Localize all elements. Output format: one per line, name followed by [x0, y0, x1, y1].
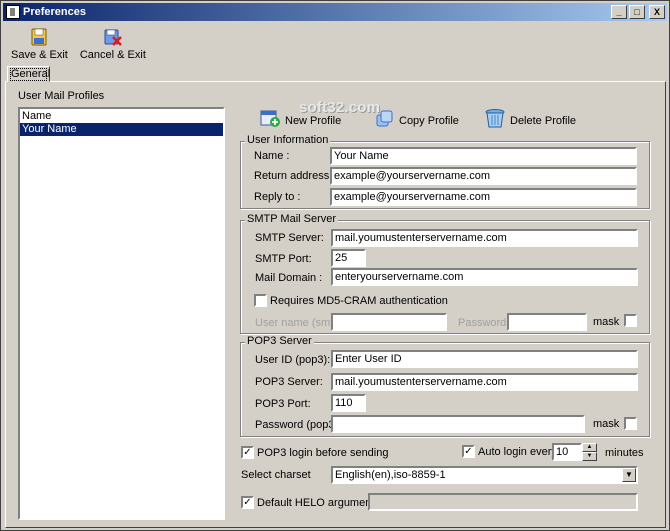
- auto-login-spinner[interactable]: ▲ ▼: [582, 443, 597, 461]
- md5-label: Requires MD5-CRAM authentication: [270, 295, 448, 307]
- pop3-mask-label: mask: [593, 418, 620, 430]
- minutes-label: minutes: [605, 447, 644, 459]
- close-button[interactable]: X: [649, 5, 665, 19]
- new-profile-label: New Profile: [285, 115, 342, 127]
- md5-checkbox[interactable]: [254, 294, 267, 307]
- pop3-userid-field[interactable]: Enter User ID: [331, 350, 638, 368]
- minimize-button[interactable]: _: [611, 5, 627, 19]
- tab-general-label: General: [10, 68, 51, 81]
- list-item[interactable]: Your Name: [20, 123, 223, 136]
- profiles-list[interactable]: Name Your Name: [18, 107, 225, 520]
- mail-domain-label: Mail Domain :: [255, 272, 323, 284]
- default-helo-field[interactable]: [368, 493, 638, 511]
- pop3-mask-checkbox[interactable]: [624, 417, 637, 430]
- reply-to-field[interactable]: example@yourservername.com: [330, 188, 637, 206]
- save-exit-button[interactable]: Save & Exit: [5, 25, 74, 63]
- pop3-before-sending-checkbox[interactable]: ✓: [241, 446, 254, 459]
- pop3-userid-label: User ID (pop3):: [255, 354, 331, 366]
- app-icon: [6, 5, 20, 19]
- delete-profile-button[interactable]: Delete Profile: [484, 107, 576, 129]
- title-bar[interactable]: Preferences _ □ X: [3, 3, 667, 21]
- spin-up-icon[interactable]: ▲: [582, 443, 597, 452]
- pop3-password-label: Password (pop3):: [255, 419, 342, 431]
- smtp-mask-checkbox[interactable]: [624, 314, 637, 327]
- return-address-field[interactable]: example@yourservername.com: [330, 167, 637, 185]
- new-profile-button[interactable]: New Profile: [259, 107, 341, 129]
- copy-profile-label: Copy Profile: [399, 115, 459, 127]
- smtp-port-label: SMTP Port:: [255, 253, 312, 265]
- user-info-title: User Information: [245, 134, 331, 146]
- smtp-password-label: Password:: [458, 317, 510, 329]
- default-helo-label: Default HELO argument: [257, 497, 375, 509]
- name-label: Name :: [254, 150, 290, 162]
- delete-profile-label: Delete Profile: [510, 115, 577, 127]
- pop3-title: POP3 Server: [245, 335, 314, 347]
- mail-domain-field[interactable]: enteryourservername.com: [331, 268, 638, 286]
- charset-select[interactable]: English(en),iso-8859-1 ▼: [331, 466, 638, 484]
- cancel-exit-button[interactable]: Cancel & Exit: [74, 25, 152, 63]
- smtp-server-label: SMTP Server:: [255, 232, 324, 244]
- default-helo-checkbox[interactable]: ✓: [241, 496, 254, 509]
- new-profile-icon: [260, 110, 280, 127]
- charset-value: English(en),iso-8859-1: [335, 469, 446, 481]
- pop3-password-field[interactable]: [331, 415, 585, 433]
- cancel-exit-label: Cancel & Exit: [79, 49, 146, 61]
- copy-profile-button[interactable]: Copy Profile: [375, 107, 459, 129]
- smtp-port-field[interactable]: 25: [331, 249, 366, 267]
- smtp-title: SMTP Mail Server: [245, 213, 339, 225]
- maximize-button[interactable]: □: [629, 5, 645, 19]
- auto-login-label: Auto login every: [478, 446, 557, 458]
- smtp-username-field[interactable]: [331, 313, 447, 331]
- trash-icon: [485, 109, 505, 128]
- spin-down-icon[interactable]: ▼: [582, 452, 597, 461]
- pop3-port-field[interactable]: 110: [331, 394, 366, 412]
- smtp-password-field[interactable]: [507, 313, 587, 331]
- preferences-window: Preferences _ □ X Save & Exit Cancel & E…: [0, 0, 670, 531]
- save-exit-label: Save & Exit: [11, 49, 68, 61]
- pop3-server-field[interactable]: mail.youmustenterservername.com: [331, 373, 638, 391]
- name-field[interactable]: Your Name: [330, 147, 637, 165]
- smtp-mask-label: mask: [593, 316, 620, 328]
- auto-login-minutes-field[interactable]: 10: [552, 443, 582, 461]
- pop3-server-label: POP3 Server:: [255, 376, 323, 388]
- auto-login-checkbox[interactable]: ✓: [462, 445, 475, 458]
- profiles-label: User Mail Profiles: [18, 90, 105, 102]
- floppy-disk-icon: [31, 28, 47, 46]
- tab-general[interactable]: General: [7, 66, 50, 82]
- smtp-server-field[interactable]: mail.youmustenterservername.com: [331, 229, 638, 247]
- profiles-column-header[interactable]: Name: [20, 109, 223, 123]
- toolbar: Save & Exit Cancel & Exit: [5, 25, 152, 63]
- pop3-before-sending-label: POP3 login before sending: [257, 447, 389, 459]
- reply-to-label: Reply to :: [254, 191, 301, 203]
- charset-label: Select charset: [241, 469, 311, 481]
- copy-profile-icon: [376, 110, 393, 127]
- window-title: Preferences: [23, 6, 86, 18]
- chevron-down-icon[interactable]: ▼: [622, 468, 636, 482]
- cancel-disk-icon: [104, 29, 122, 46]
- return-address-label: Return address :: [254, 170, 336, 182]
- pop3-port-label: POP3 Port:: [255, 398, 311, 410]
